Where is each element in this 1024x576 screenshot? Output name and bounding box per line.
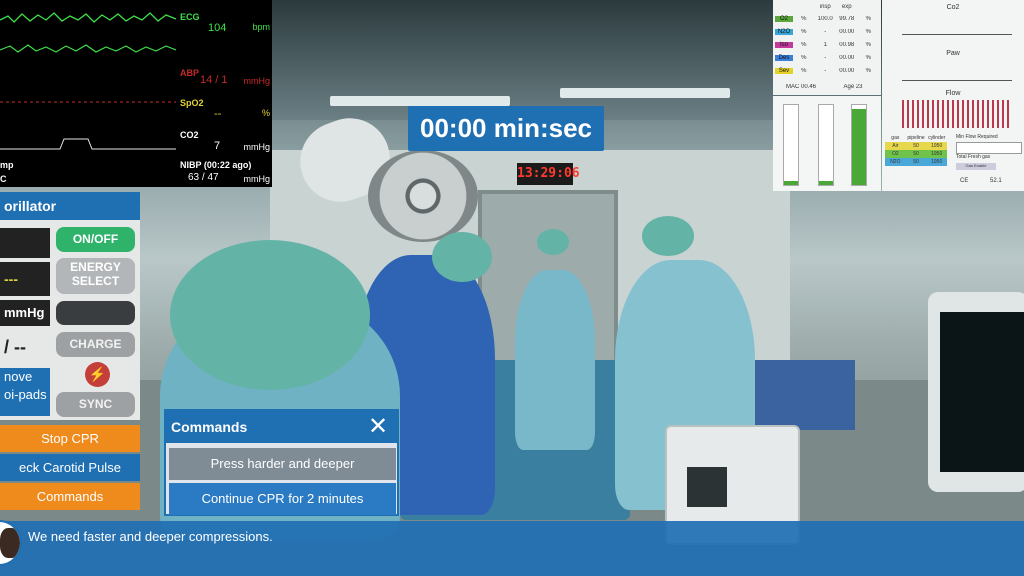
abp-waveform (0, 101, 176, 103)
energy-select-button[interactable]: ENERGY SELECT (56, 258, 135, 294)
paw-graph-title: Paw (946, 50, 960, 57)
stop-cpr-button[interactable]: Stop CPR (0, 425, 140, 452)
ceiling-light (560, 88, 730, 98)
defibrillator-panel: orillator --- mmHg / -- nove oi-pads ON/… (0, 192, 140, 420)
ecg-waveform (0, 12, 176, 23)
nibp-unit: mmHg (243, 174, 271, 184)
nibp-label: NIBP (00:22 ago) (180, 160, 252, 170)
gas-row: O2% 100.0 99.78% (775, 14, 879, 24)
monitor-cut-label: mp (0, 160, 14, 170)
gas-bar (851, 104, 867, 186)
defibrillator-title: orillator (0, 192, 140, 220)
surgical-cap (432, 232, 492, 282)
gas-row: Sev% -00.00% (775, 66, 879, 76)
gas-table-header: insp exp (819, 4, 852, 10)
nurse (515, 270, 595, 450)
commands-popup: Commands ✕ Press harder and deeper Conti… (164, 409, 399, 516)
gas-row: N2O% -00.00% (775, 27, 879, 37)
gas-bar (783, 104, 799, 186)
age-value: Age 23 (843, 84, 863, 90)
dialog-bar: We need faster and deeper compressions. (0, 521, 1024, 576)
patient-monitor: ECG 104 bpm ABP 14 / 1 mmHg SpO2 -- % CO… (0, 0, 272, 187)
ventilator-panel: Co2 Paw Flow gas pipeline cylinder Air 5… (882, 0, 1024, 191)
abp-unit: mmHg (243, 76, 271, 86)
on-off-button[interactable]: ON/OFF (56, 227, 135, 252)
close-icon[interactable]: ✕ (364, 413, 392, 441)
surgical-lamp (368, 150, 478, 242)
wall-clock: 13:29:06 (517, 163, 580, 185)
spo2-label: SpO2 (180, 98, 204, 108)
spo2-unit: % (261, 108, 270, 118)
sync-button[interactable]: SYNC (56, 392, 135, 417)
shock-icon[interactable]: ⚡ (85, 362, 110, 387)
mac-age-row: MAC 00.46 Age 23 (775, 82, 879, 92)
ecg-waveform-2 (0, 44, 176, 53)
flow-graph-title: Flow (945, 90, 961, 97)
gas-level-bars (773, 96, 881, 191)
surgical-cap (170, 240, 370, 390)
co2-waveform (0, 138, 176, 150)
check-carotid-pulse-button[interactable]: eck Carotid Pulse (0, 454, 140, 481)
abp-value: 14 / 1 (200, 74, 228, 86)
paw-graph-baseline (902, 80, 1012, 81)
dialog-text: We need faster and deeper compressions. (28, 529, 273, 544)
co2-graph-baseline (902, 34, 1012, 35)
ecg-unit: bpm (252, 22, 270, 32)
commands-popup-title: Commands (166, 411, 397, 443)
flow-graph (902, 100, 1012, 128)
anesthetic-gas-table: insp exp O2% 100.0 99.78% N2O% -00.00% Iso% 1 0… (773, 0, 881, 95)
gas-enable-button[interactable]: Gas Enable (956, 163, 996, 170)
ecg-label: ECG (180, 12, 200, 22)
co2-value: 7 (214, 140, 221, 152)
charge-button[interactable]: CHARGE (56, 332, 135, 357)
vent-footer-left: CE (960, 178, 969, 184)
gas-bar (818, 104, 834, 186)
monitor-cut-label: C (0, 174, 7, 184)
energy-select-label: ENERGY SELECT (70, 260, 121, 288)
command-press-harder[interactable]: Press harder and deeper (169, 448, 396, 480)
defib-display-values: / -- (0, 332, 50, 362)
ceiling-light (330, 96, 510, 106)
spo2-value: -- (214, 108, 222, 120)
gas-row: Des% -00.00% (775, 53, 879, 63)
vent-footer-right: 52.1 (990, 178, 1002, 184)
surgical-cap (537, 229, 569, 255)
commands-button[interactable]: Commands (0, 483, 140, 510)
fresh-gas-panel: Min Flow Required Total Fresh gas Gas En… (956, 134, 1022, 170)
surgical-cap (642, 216, 694, 256)
mac-value: MAC 00.46 (785, 84, 816, 90)
defib-display-energy (0, 228, 50, 258)
gas-row: Iso% 1 00.98% (775, 40, 879, 50)
co2-graph-title: Co2 (946, 4, 960, 11)
co2-label: CO2 (180, 130, 199, 140)
defib-display-rate: --- (0, 262, 50, 296)
abp-label: ABP (180, 68, 200, 78)
ecg-value: 104 (208, 22, 227, 34)
remove-pads-button[interactable]: nove oi-pads (0, 368, 50, 416)
gas-supply-table: gas pipeline cylinder Air 50 1950 O2 50 … (885, 134, 947, 166)
wall-monitor (928, 292, 1024, 492)
nibp-value: 63 / 47 (188, 172, 219, 183)
defib-display-bp: mmHg (0, 300, 50, 326)
cpr-timer: 00:00 min:sec (408, 106, 604, 151)
defib-blank-button[interactable] (56, 301, 135, 325)
command-continue-cpr[interactable]: Continue CPR for 2 minutes (169, 483, 396, 515)
co2-unit: mmHg (243, 142, 271, 152)
